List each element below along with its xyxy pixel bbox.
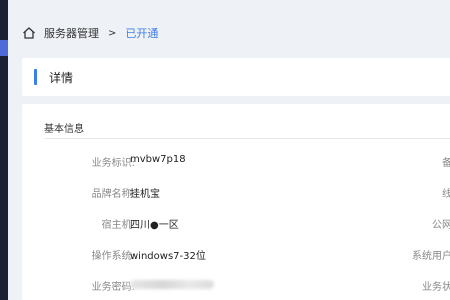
basic-info-card: 基本信息 业务标识: mvbw7p18 备 品牌名称: 挂机宝 线 宿主机: 四… (22, 104, 450, 300)
info-value: 四川●一区 (130, 220, 179, 231)
info-label: 操作系统: (91, 251, 135, 262)
accent-bar (34, 69, 37, 85)
sidebar-edge (0, 0, 8, 300)
page-title: 详情 (49, 71, 74, 85)
sidebar-active-marker (0, 40, 8, 56)
info-row-host: 宿主机: 四川●一区 公网 (22, 216, 450, 231)
info-right-label: 业务状 (422, 282, 450, 293)
info-value: mvbw7p18 (130, 154, 186, 165)
home-icon[interactable] (22, 26, 36, 40)
password-value-blurred (130, 280, 214, 289)
info-right-label: 线 (442, 189, 450, 200)
info-row-password: 业务密码: 业务状 (22, 278, 450, 293)
info-label: 品牌名称: (91, 189, 135, 200)
breadcrumb-separator: > (108, 27, 117, 39)
info-right-label: 备 (442, 158, 450, 169)
info-row-business-id: 业务标识: mvbw7p18 备 (22, 154, 450, 169)
info-row-os: 操作系统: windows7-32位 系统用户 (22, 247, 450, 262)
breadcrumb-current: 已开通 (125, 27, 159, 40)
section-title: 基本信息 (44, 124, 84, 135)
info-row-brand-name: 品牌名称: 挂机宝 线 (22, 185, 450, 200)
info-label: 业务标识: (91, 158, 135, 169)
info-right-label: 系统用户 (412, 251, 450, 262)
breadcrumb-root-link[interactable]: 服务器管理 (44, 25, 99, 41)
section-divider (44, 138, 450, 139)
info-value: 挂机宝 (130, 189, 160, 200)
info-label: 业务密码: (91, 282, 135, 293)
detail-header-card: 详情 (22, 58, 450, 96)
breadcrumb: 服务器管理 > 已开通 (22, 24, 158, 42)
info-right-label: 公网 (432, 220, 450, 231)
info-value: windows7-32位 (130, 251, 206, 262)
